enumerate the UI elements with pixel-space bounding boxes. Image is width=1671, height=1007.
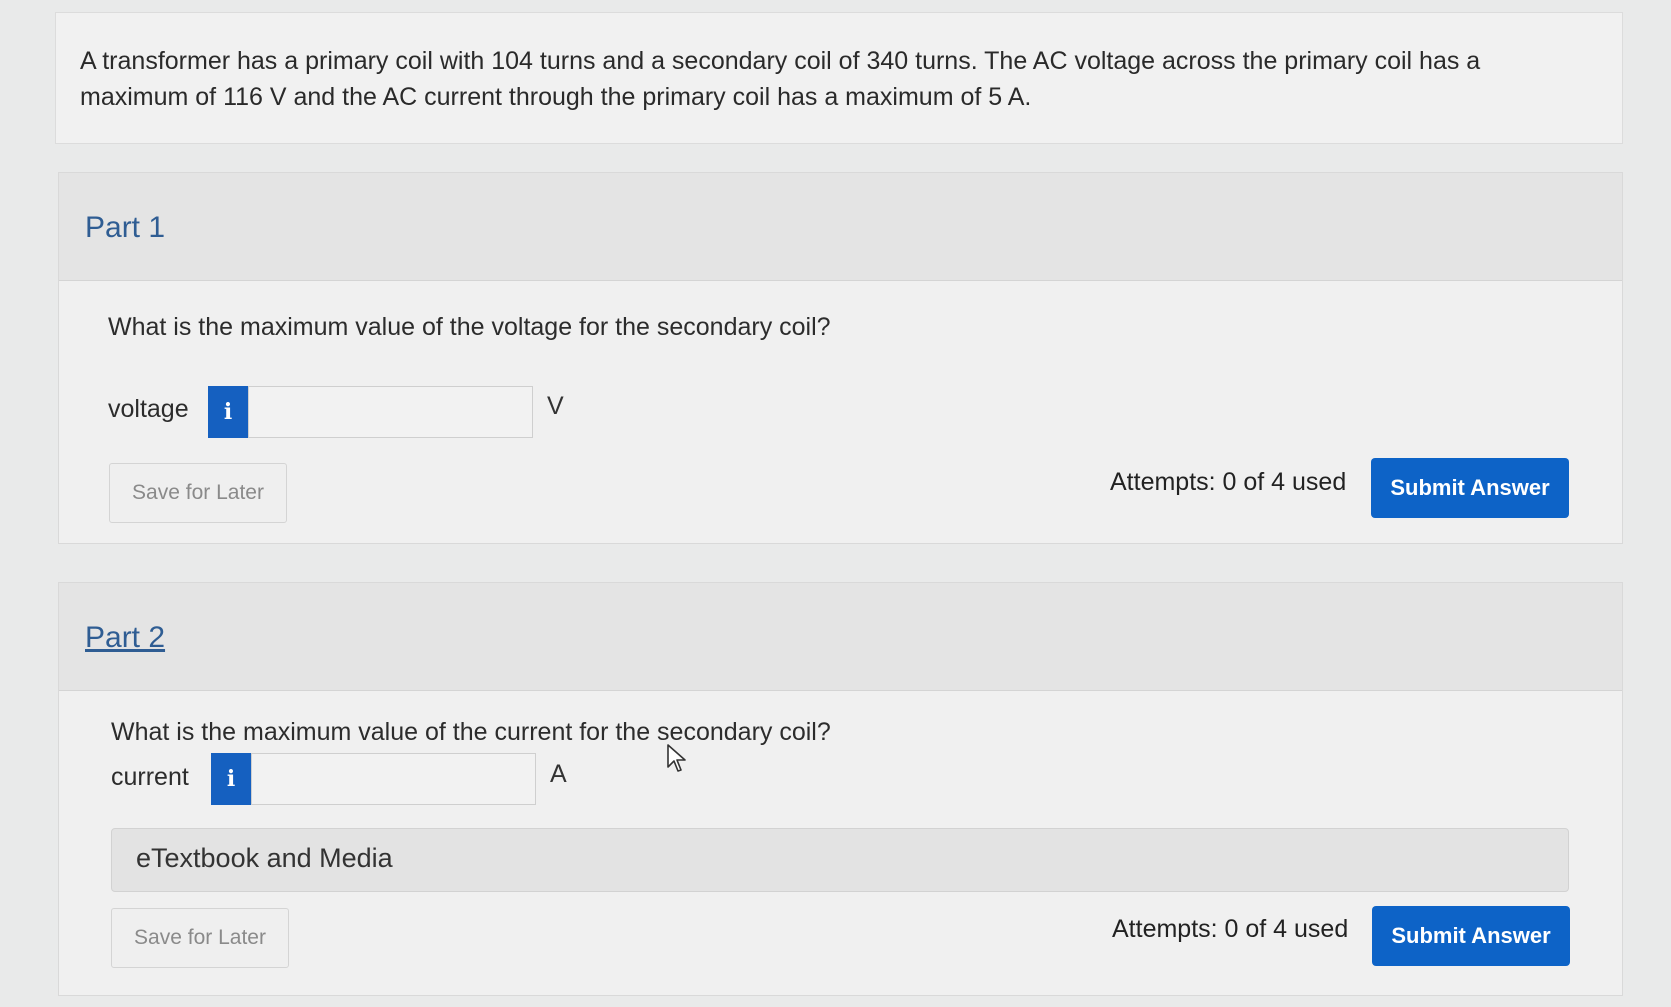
part-2-title-link[interactable]: Part 2 — [85, 621, 165, 655]
mouse-pointer-icon — [667, 744, 686, 772]
voltage-input[interactable] — [248, 386, 533, 438]
info-icon: i — [223, 399, 233, 425]
part-2-save-for-later-button[interactable]: Save for Later — [111, 908, 289, 968]
part-1-prompt: What is the maximum value of the voltage… — [108, 313, 831, 341]
part-1-submit-button[interactable]: Submit Answer — [1371, 458, 1569, 518]
voltage-label: voltage — [108, 395, 189, 423]
current-label: current — [111, 763, 189, 791]
part-1-save-for-later-button[interactable]: Save for Later — [109, 463, 287, 523]
etextbook-media-label: eTextbook and Media — [136, 843, 393, 873]
voltage-info-button[interactable]: i — [208, 386, 248, 438]
part-2-submit-button[interactable]: Submit Answer — [1372, 906, 1570, 966]
assignment-page: A transformer has a primary coil with 10… — [0, 0, 1671, 1007]
current-unit: A — [550, 760, 567, 788]
part-1-header: Part 1 — [59, 173, 1622, 281]
current-input[interactable] — [251, 753, 536, 805]
part-1-panel: Part 1 What is the maximum value of the … — [58, 172, 1623, 544]
current-info-button[interactable]: i — [211, 753, 251, 805]
voltage-unit: V — [547, 392, 564, 420]
part-2-attempts: Attempts: 0 of 4 used — [1112, 915, 1349, 943]
part-2-panel: Part 2 What is the maximum value of the … — [58, 582, 1623, 996]
info-icon: i — [226, 766, 236, 792]
part-2-prompt: What is the maximum value of the current… — [111, 718, 831, 746]
part-2-header: Part 2 — [59, 583, 1622, 691]
question-text: A transformer has a primary coil with 10… — [80, 47, 1481, 111]
part-1-title: Part 1 — [85, 211, 166, 244]
question-box: A transformer has a primary coil with 10… — [55, 12, 1623, 144]
part-1-attempts: Attempts: 0 of 4 used — [1110, 468, 1347, 496]
etextbook-media-bar[interactable]: eTextbook and Media — [111, 828, 1569, 892]
